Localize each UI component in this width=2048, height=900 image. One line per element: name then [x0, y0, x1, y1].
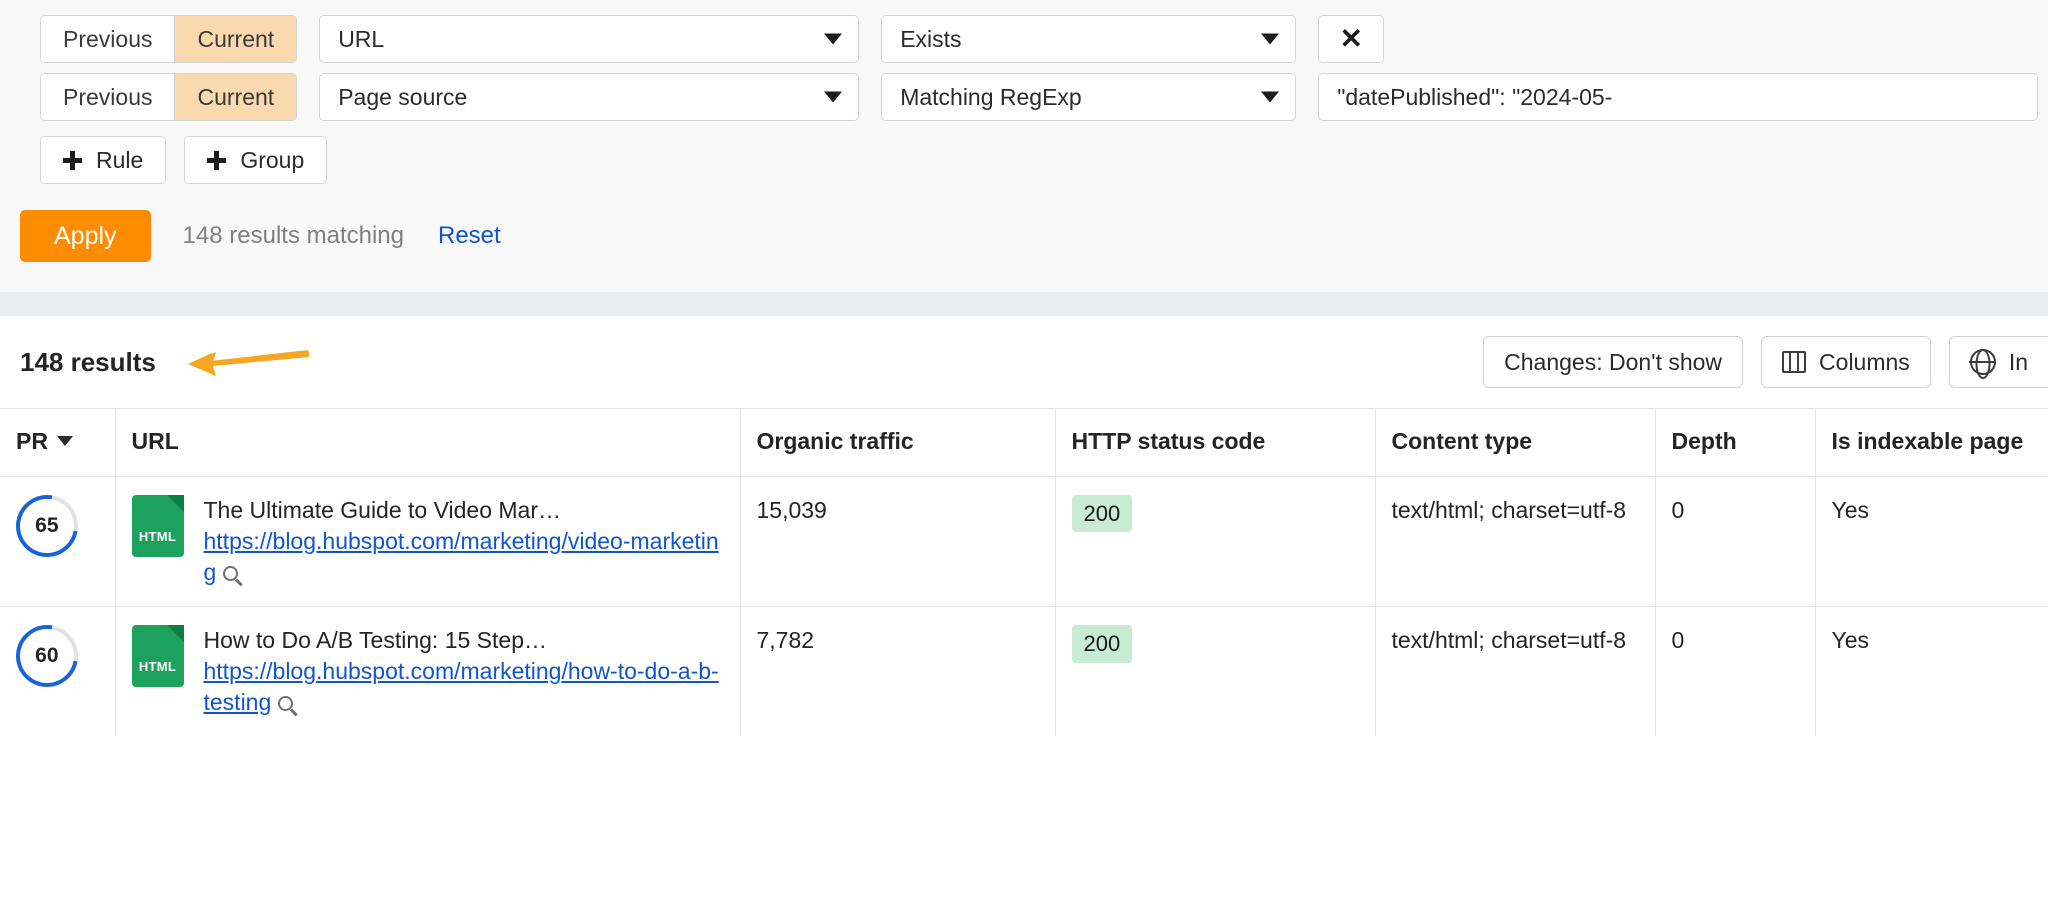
search-icon[interactable]: [223, 566, 238, 581]
cell-depth: 0: [1655, 606, 1815, 736]
cell-http-status-code: 200: [1055, 606, 1375, 736]
chevron-down-icon: [824, 92, 842, 103]
filter-operator-select-2[interactable]: Matching RegExp: [881, 73, 1296, 121]
plus-icon: [63, 151, 82, 170]
filter-rule-row-1: Previous Current URL Exists ✕: [0, 10, 2048, 68]
export-button[interactable]: In: [1949, 336, 2048, 388]
plus-icon: [207, 151, 226, 170]
columns-icon: [1782, 351, 1806, 373]
panel-divider: [0, 292, 2048, 316]
apply-row: Apply 148 results matching Reset: [0, 188, 2048, 292]
filter-field-value-1: URL: [320, 26, 384, 53]
reset-link[interactable]: Reset: [438, 222, 501, 250]
html-file-icon: HTML: [132, 495, 184, 557]
filter-field-select-2[interactable]: Page source: [319, 73, 859, 121]
results-table: PR URL Organic traffic HTTP status code …: [0, 408, 2048, 736]
annotation-arrow-icon: [180, 344, 310, 384]
column-header-content-type[interactable]: Content type: [1375, 409, 1655, 477]
cell-url: HTML How to Do A/B Testing: 15 Step… htt…: [115, 606, 740, 736]
changes-filter-button[interactable]: Changes: Don't show: [1483, 336, 1743, 388]
cell-organic-traffic: 15,039: [740, 476, 1055, 606]
filter-rule-row-2: Previous Current Page source Matching Re…: [0, 68, 2048, 126]
filter-operator-value-1: Exists: [882, 26, 961, 53]
column-header-url[interactable]: URL: [115, 409, 740, 477]
sort-desc-icon: [57, 436, 73, 446]
filter-operator-value-2: Matching RegExp: [882, 84, 1082, 111]
close-icon: ✕: [1339, 25, 1362, 53]
status-badge: 200: [1072, 495, 1133, 533]
column-header-organic-traffic[interactable]: Organic traffic: [740, 409, 1055, 477]
results-header-bar: 148 results Changes: Don't show Columns …: [0, 316, 2048, 408]
scope-toggle-current-1[interactable]: Current: [174, 16, 296, 62]
filter-field-value-2: Page source: [320, 84, 467, 111]
filter-value-input-2[interactable]: "datePublished": "2024-05-: [1318, 73, 2038, 121]
cell-url: HTML The Ultimate Guide to Video Mar… ht…: [115, 476, 740, 606]
page-rating-circle: 65: [4, 483, 90, 569]
cell-content-type: text/html; charset=utf-8: [1375, 476, 1655, 606]
chevron-down-icon: [1261, 92, 1279, 103]
results-toolbar: Changes: Don't show Columns In: [1483, 336, 2048, 388]
filter-field-select-1[interactable]: URL: [319, 15, 859, 63]
apply-button[interactable]: Apply: [20, 210, 151, 262]
cell-content-type: text/html; charset=utf-8: [1375, 606, 1655, 736]
page-title: The Ultimate Guide to Video Mar…: [204, 495, 724, 526]
globe-icon: [1970, 349, 1996, 375]
add-group-label: Group: [240, 147, 304, 174]
column-header-pr-label: PR: [16, 427, 48, 456]
chevron-down-icon: [824, 34, 842, 45]
column-header-is-indexable-page[interactable]: Is indexable page: [1815, 409, 2048, 477]
remove-rule-button-1[interactable]: ✕: [1318, 15, 1384, 63]
cell-http-status-code: 200: [1055, 476, 1375, 606]
column-header-pr[interactable]: PR: [0, 409, 115, 477]
cell-pr: 65: [0, 476, 115, 606]
cell-is-indexable: Yes: [1815, 606, 2048, 736]
page-rating-value: 60: [35, 642, 58, 670]
html-file-icon: HTML: [132, 625, 184, 687]
scope-toggle-current-2[interactable]: Current: [174, 74, 296, 120]
changes-filter-label: Changes: Don't show: [1504, 349, 1722, 376]
cell-depth: 0: [1655, 476, 1815, 606]
search-icon[interactable]: [278, 696, 293, 711]
filter-operator-select-1[interactable]: Exists: [881, 15, 1296, 63]
add-condition-row: Rule Group: [0, 126, 2048, 188]
column-header-http-status-code[interactable]: HTTP status code: [1055, 409, 1375, 477]
table-header-row: PR URL Organic traffic HTTP status code …: [0, 409, 2048, 477]
matching-results-text: 148 results matching: [183, 222, 404, 250]
table-row[interactable]: 60 HTML How to Do A/B Testing: 15 Step… …: [0, 606, 2048, 736]
add-group-button[interactable]: Group: [184, 136, 327, 184]
scope-toggle-previous-2[interactable]: Previous: [41, 74, 174, 120]
page-rating-circle: 60: [4, 613, 90, 699]
cell-organic-traffic: 7,782: [740, 606, 1055, 736]
column-header-depth[interactable]: Depth: [1655, 409, 1815, 477]
filter-panel: Previous Current URL Exists ✕ Previous C…: [0, 0, 2048, 292]
html-file-icon-label: HTML: [132, 528, 184, 546]
cell-pr: 60: [0, 606, 115, 736]
page-title: How to Do A/B Testing: 15 Step…: [204, 625, 724, 656]
results-count-label: 148 results: [20, 347, 156, 378]
cell-is-indexable: Yes: [1815, 476, 2048, 606]
columns-button[interactable]: Columns: [1761, 336, 1931, 388]
table-row[interactable]: 65 HTML The Ultimate Guide to Video Mar……: [0, 476, 2048, 606]
page-rating-value: 65: [35, 512, 58, 540]
scope-toggle-1[interactable]: Previous Current: [40, 15, 297, 63]
export-label: In: [2009, 349, 2028, 376]
columns-label: Columns: [1819, 349, 1910, 376]
add-rule-label: Rule: [96, 147, 143, 174]
scope-toggle-previous-1[interactable]: Previous: [41, 16, 174, 62]
chevron-down-icon: [1261, 34, 1279, 45]
status-badge: 200: [1072, 625, 1133, 663]
scope-toggle-2[interactable]: Previous Current: [40, 73, 297, 121]
add-rule-button[interactable]: Rule: [40, 136, 166, 184]
page-url-link[interactable]: https://blog.hubspot.com/marketing/video…: [204, 528, 719, 585]
html-file-icon-label: HTML: [132, 658, 184, 676]
